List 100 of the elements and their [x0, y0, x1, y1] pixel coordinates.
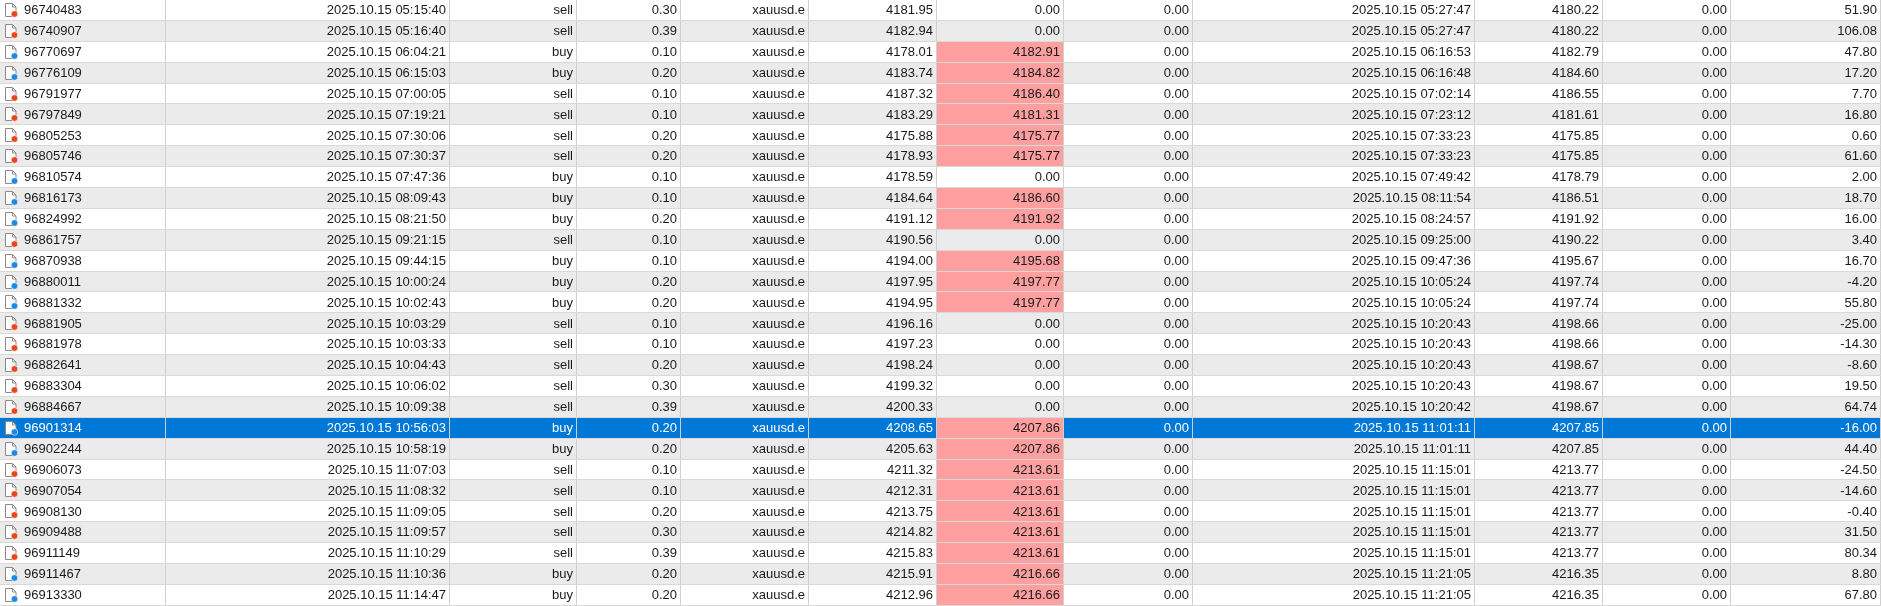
trade-row[interactable]: 96824992 2025.10.15 08:21:50 buy 0.20 xauusd.e 4191.12 4191.92 0.00 2025.10.15 08:24:57 4191.92 0.00 16.00: [0, 208, 1881, 230]
trade-row[interactable]: 96881332 2025.10.15 10:02:43 buy 0.20 xauusd.e 4194.95 4197.77 0.00 2025.10.15 10:05:24 4197.74 0.00 55.80: [0, 292, 1881, 314]
table-cell-text: 2025.10.15 10:20:42: [1351, 398, 1471, 417]
trade-row[interactable]: 96908130 2025.10.15 11:09:05 sell 0.20 xauusd.e 4213.75 4213.61 0.00 2025.10.15 11:15:01 4213.77 0.00 -0.40: [0, 501, 1881, 523]
trade-row[interactable]: 96870938 2025.10.15 09:44:15 buy 0.10 xauusd.e 4194.00 4195.68 0.00 2025.10.15 09:47:36 4195.67 0.00 16.70: [0, 250, 1881, 272]
table-cell-text: 2025.10.15 09:25:00: [1351, 231, 1471, 249]
stop-loss-cell: 4197.77: [937, 271, 1064, 292]
table-cell-text: 4197.74: [1552, 272, 1599, 291]
stop-loss-cell: 0.00: [937, 376, 1064, 396]
table-cell-text: 0.00: [1701, 502, 1727, 521]
trade-row[interactable]: 96901314 2025.10.15 10:56:03 buy 0.20 xauusd.e 4208.65 4207.86 0.00 2025.10.15 11:01:11 4207.85 0.00 -16.00: [0, 417, 1881, 439]
trade-row[interactable]: 96881905 2025.10.15 10:03:29 sell 0.10 xauusd.e 4196.16 0.00 0.00 2025.10.15 10:20:43 4198.66 0.00 -25.00: [0, 313, 1881, 335]
table-cell-text: 0.30: [651, 377, 677, 396]
trade-row[interactable]: 96805746 2025.10.15 07:30:37 sell 0.20 xauusd.e 4178.93 4175.77 0.00 2025.10.15 07:33:23 4175.85 0.00 61.60: [0, 146, 1881, 168]
table-cell-text: sell: [553, 84, 573, 103]
trade-row[interactable]: 96911149 2025.10.15 11:10:29 sell 0.39 xauusd.e 4215.83 4213.61 0.00 2025.10.15 11:15:01 4213.77 0.00 80.34: [0, 543, 1881, 565]
trade-row[interactable]: 96909488 2025.10.15 11:09:57 sell 0.30 xauusd.e 4214.82 4213.61 0.00 2025.10.15 11:15:01 4213.77 0.00 31.50: [0, 522, 1881, 544]
table-cell-text: 2025.10.15 06:16:48: [1351, 63, 1471, 82]
table-cell-text: 8.80: [1851, 565, 1877, 584]
table-cell-text: 2025.10.15 07:33:23: [1351, 126, 1471, 145]
ticket-number: 96776109: [24, 63, 82, 82]
table-cell-text: 4178.79: [1552, 168, 1599, 187]
table-cell-text: 2025.10.15 11:15:01: [1352, 502, 1471, 521]
table-cell-text: 2025.10.15 06:16:53: [1351, 42, 1471, 61]
table-cell-text: buy: [552, 586, 573, 605]
table-cell-text: 0.00: [1701, 189, 1727, 208]
table-cell-text: 0.00: [1701, 356, 1727, 375]
trade-row[interactable]: 96740483 2025.10.15 05:15:40 sell 0.30 xauusd.e 4181.95 0.00 0.00 2025.10.15 05:27:47 4180.22 0.00 51.90: [0, 0, 1881, 21]
table-cell-text: 2025.10.15 11:01:11: [1353, 439, 1471, 458]
table-cell-text: 4213.75: [886, 502, 933, 521]
trade-row[interactable]: 96810574 2025.10.15 07:47:36 buy 0.10 xauusd.e 4178.59 0.00 0.00 2025.10.15 07:49:42 4178.79 0.00 2.00: [0, 167, 1881, 188]
stop-loss-cell: 4207.86: [937, 417, 1064, 438]
trade-row[interactable]: 96880011 2025.10.15 10:00:24 buy 0.20 xauusd.e 4197.95 4197.77 0.00 2025.10.15 10:05:24 4197.74 0.00 -4.20: [0, 271, 1881, 293]
table-cell-text: 0.00: [1701, 481, 1727, 500]
trade-row[interactable]: 96882641 2025.10.15 10:04:43 sell 0.20 xauusd.e 4198.24 0.00 0.00 2025.10.15 10:20:43 4198.67 0.00 -8.60: [0, 355, 1881, 377]
table-cell-text: 2025.10.15 10:02:43: [326, 293, 446, 312]
table-cell-text: 2025.10.15 11:10:29: [327, 544, 446, 563]
trade-row[interactable]: 96913330 2025.10.15 11:14:47 buy 0.20 xauusd.e 4212.96 4216.66 0.00 2025.10.15 11:21:05 4216.35 0.00 67.80: [0, 584, 1881, 606]
table-cell-text: sell: [553, 314, 573, 333]
table-cell-text: 16.70: [1844, 251, 1877, 270]
table-cell-text: xauusd.e: [752, 84, 805, 103]
table-cell-text: 4191.12: [886, 210, 933, 229]
table-cell-text: 0.10: [651, 314, 677, 333]
table-cell-text: 0.00: [1701, 84, 1727, 103]
trade-row[interactable]: 96805253 2025.10.15 07:30:06 sell 0.20 xauusd.e 4175.88 4175.77 0.00 2025.10.15 07:33:23 4175.85 0.00 0.60: [0, 125, 1881, 147]
table-cell-text: xauusd.e: [752, 126, 805, 145]
table-cell-text: 0.00: [1163, 210, 1189, 229]
trade-row[interactable]: 96881978 2025.10.15 10:03:33 sell 0.10 xauusd.e 4197.23 0.00 0.00 2025.10.15 10:20:43 4198.66 0.00 -14.30: [0, 334, 1881, 356]
trade-row[interactable]: 96770697 2025.10.15 06:04:21 buy 0.10 xauusd.e 4178.01 4182.91 0.00 2025.10.15 06:16:53 4182.79 0.00 47.80: [0, 41, 1881, 63]
table-cell-text: buy: [552, 168, 573, 187]
trade-row[interactable]: 96911467 2025.10.15 11:10:36 buy 0.20 xauusd.e 4215.91 4216.66 0.00 2025.10.15 11:21:05 4216.35 0.00 8.80: [0, 564, 1881, 585]
ticket-number: 96911149: [24, 544, 80, 563]
trade-row[interactable]: 96791977 2025.10.15 07:00:05 sell 0.10 xauusd.e 4187.32 4186.40 0.00 2025.10.15 07:02:14 4186.55 0.00 7.70: [0, 83, 1881, 105]
table-cell-text: 55.80: [1844, 293, 1877, 312]
table-cell-text: 2025.10.15 10:05:24: [1351, 272, 1471, 291]
table-cell-text: 4214.82: [886, 523, 933, 542]
trade-row[interactable]: 96861757 2025.10.15 09:21:15 sell 0.10 xauusd.e 4190.56 0.00 0.00 2025.10.15 09:25:00 4190.22 0.00 3.40: [0, 229, 1881, 251]
trade-row[interactable]: 96883304 2025.10.15 10:06:02 sell 0.30 xauusd.e 4199.32 0.00 0.00 2025.10.15 10:20:43 4198.67 0.00 19.50: [0, 376, 1881, 397]
order-document-icon: [3, 43, 19, 60]
table-cell-text: xauusd.e: [752, 481, 805, 500]
stop-loss-cell: 4186.60: [937, 188, 1064, 208]
table-cell-text: 0.00: [1701, 231, 1727, 249]
stop-loss-cell: 0.00: [937, 20, 1064, 41]
trade-row[interactable]: 96816173 2025.10.15 08:09:43 buy 0.10 xauusd.e 4184.64 4186.60 0.00 2025.10.15 08:11:54 4186.51 0.00 18.70: [0, 188, 1881, 209]
table-cell-text: 0.00: [1701, 544, 1727, 563]
table-cell-text: 106.08: [1837, 22, 1877, 41]
table-cell-text: buy: [552, 63, 573, 82]
trade-row[interactable]: 96740907 2025.10.15 05:16:40 sell 0.39 xauusd.e 4182.94 0.00 0.00 2025.10.15 05:27:47 4180.22 0.00 106.08: [0, 20, 1881, 42]
ticket-number: 96911467: [24, 565, 81, 584]
order-document-icon: [3, 252, 19, 269]
table-cell-text: xauusd.e: [752, 42, 805, 61]
trade-row[interactable]: 96884667 2025.10.15 10:09:38 sell 0.39 xauusd.e 4200.33 0.00 0.00 2025.10.15 10:20:42 4198.67 0.00 64.74: [0, 396, 1881, 418]
table-cell-text: 0.00: [1701, 398, 1727, 417]
table-cell-text: 4198.67: [1552, 398, 1599, 417]
table-cell-text: 2025.10.15 10:06:02: [326, 377, 446, 396]
table-cell-text: 4178.93: [886, 147, 933, 166]
trade-row[interactable]: 96906073 2025.10.15 11:07:03 sell 0.10 xauusd.e 4211.32 4213.61 0.00 2025.10.15 11:15:01 4213.77 0.00 -24.50: [0, 459, 1881, 481]
table-cell-text: 4216.35: [1552, 586, 1599, 605]
table-cell-text: 7.70: [1851, 84, 1877, 103]
trade-row[interactable]: 96776109 2025.10.15 06:15:03 buy 0.20 xauusd.e 4183.74 4184.82 0.00 2025.10.15 06:16:48 4184.60 0.00 17.20: [0, 62, 1881, 84]
table-cell-text: xauusd.e: [752, 231, 805, 249]
table-cell-text: buy: [552, 439, 573, 458]
table-cell-text: 4208.65: [886, 419, 933, 437]
table-cell-text: 2025.10.15 10:20:43: [1351, 377, 1471, 396]
table-cell-text: 0.00: [1163, 460, 1189, 479]
order-document-icon: [3, 189, 19, 206]
table-cell-text: xauusd.e: [752, 168, 805, 187]
table-cell-text: 4197.74: [1552, 293, 1599, 312]
table-cell-text: 0.00: [1701, 565, 1727, 584]
trade-row[interactable]: 96902244 2025.10.15 10:58:19 buy 0.20 xauusd.e 4205.63 4207.86 0.00 2025.10.15 11:01:11 4207.85 0.00 44.40: [0, 438, 1881, 460]
table-cell-text: 0.10: [651, 168, 677, 187]
table-cell-text: 2025.10.15 05:27:47: [1351, 1, 1471, 20]
trade-row[interactable]: 96907054 2025.10.15 11:08:32 sell 0.10 xauusd.e 4212.31 4213.61 0.00 2025.10.15 11:15:01 4213.77 0.00 -14.60: [0, 480, 1881, 502]
table-cell-text: 18.70: [1844, 189, 1877, 208]
trade-row[interactable]: 96797849 2025.10.15 07:19:21 sell 0.10 xauusd.e 4183.29 4181.31 0.00 2025.10.15 07:23:12 4181.61 0.00 16.80: [0, 104, 1881, 126]
ticket-number: 96810574: [24, 168, 82, 187]
table-cell-text: 4199.32: [886, 377, 933, 396]
table-cell-text: 47.80: [1844, 42, 1877, 61]
table-cell-text: 4186.55: [1552, 84, 1599, 103]
stop-loss-cell: 0.00: [937, 229, 1064, 250]
